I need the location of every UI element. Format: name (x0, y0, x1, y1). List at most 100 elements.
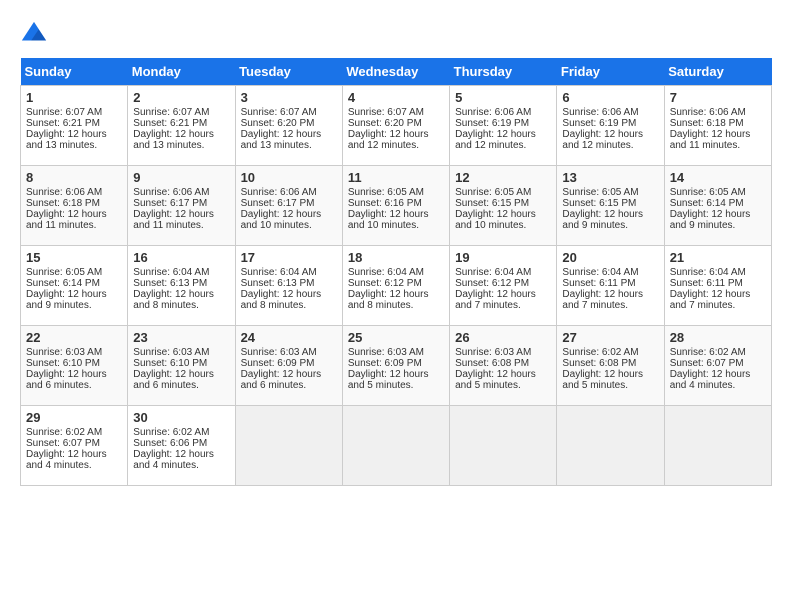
calendar-cell: 11 Sunrise: 6:05 AMSunset: 6:16 PMDayligh… (342, 166, 449, 246)
cell-line: Sunset: 6:14 PM (26, 278, 122, 289)
cell-line: Sunrise: 6:03 AM (455, 347, 551, 358)
cell-line: Sunrise: 6:03 AM (348, 347, 444, 358)
col-header-sunday: Sunday (21, 58, 128, 86)
calendar-cell (450, 406, 557, 486)
cell-line: Sunset: 6:12 PM (348, 278, 444, 289)
cell-line: Sunrise: 6:04 AM (241, 267, 337, 278)
day-number: 7 (670, 90, 766, 105)
cell-line: Sunrise: 6:02 AM (26, 427, 122, 438)
cell-line: Sunrise: 6:03 AM (133, 347, 229, 358)
day-number: 13 (562, 170, 658, 185)
cell-line: Sunrise: 6:05 AM (455, 187, 551, 198)
calendar-cell: 8Sunrise: 6:06 AMSunset: 6:18 PMDaylight… (21, 166, 128, 246)
cell-line: Sunrise: 6:05 AM (348, 187, 444, 198)
day-number: 27 (562, 330, 658, 345)
cell-line: Daylight: 12 hours (455, 209, 551, 220)
col-header-tuesday: Tuesday (235, 58, 342, 86)
calendar-cell: 14Sunrise: 6:05 AMSunset: 6:14 PMDayligh… (664, 166, 771, 246)
calendar-cell: 7Sunrise: 6:06 AMSunset: 6:18 PMDaylight… (664, 86, 771, 166)
day-number: 1 (26, 90, 122, 105)
cell-line: Daylight: 12 hours (241, 209, 337, 220)
day-number: 10 (241, 170, 337, 185)
cell-line: Daylight: 12 hours (562, 129, 658, 140)
day-number: 5 (455, 90, 551, 105)
cell-line: and 11 minutes. (26, 220, 122, 231)
cell-line: Daylight: 12 hours (133, 209, 229, 220)
calendar-cell (342, 406, 449, 486)
cell-line: Sunrise: 6:07 AM (348, 107, 444, 118)
day-number: 16 (133, 250, 229, 265)
calendar-cell: 23Sunrise: 6:03 AMSunset: 6:10 PMDayligh… (128, 326, 235, 406)
week-row-3: 15Sunrise: 6:05 AMSunset: 6:14 PMDayligh… (21, 246, 772, 326)
calendar-cell: 5Sunrise: 6:06 AMSunset: 6:19 PMDaylight… (450, 86, 557, 166)
calendar-cell (235, 406, 342, 486)
cell-line: Daylight: 12 hours (670, 369, 766, 380)
cell-line: and 11 minutes. (133, 220, 229, 231)
cell-line: and 8 minutes. (133, 300, 229, 311)
cell-line: Sunrise: 6:03 AM (26, 347, 122, 358)
calendar-cell: 20Sunrise: 6:04 AMSunset: 6:11 PMDayligh… (557, 246, 664, 326)
day-number: 24 (241, 330, 337, 345)
cell-line: Daylight: 12 hours (348, 129, 444, 140)
calendar-table: SundayMondayTuesdayWednesdayThursdayFrid… (20, 58, 772, 486)
week-row-4: 22Sunrise: 6:03 AMSunset: 6:10 PMDayligh… (21, 326, 772, 406)
cell-line: Sunset: 6:09 PM (348, 358, 444, 369)
cell-line: and 4 minutes. (26, 460, 122, 471)
day-number: 12 (455, 170, 551, 185)
cell-line: Sunset: 6:17 PM (133, 198, 229, 209)
cell-line: Sunrise: 6:06 AM (133, 187, 229, 198)
day-number: 15 (26, 250, 122, 265)
cell-line: Daylight: 12 hours (562, 369, 658, 380)
cell-line: Sunset: 6:13 PM (241, 278, 337, 289)
day-number: 8 (26, 170, 122, 185)
day-number: 2 (133, 90, 229, 105)
day-number: 25 (348, 330, 444, 345)
col-header-saturday: Saturday (664, 58, 771, 86)
cell-line: and 12 minutes. (348, 140, 444, 151)
cell-line: Sunset: 6:17 PM (241, 198, 337, 209)
cell-line: and 10 minutes. (241, 220, 337, 231)
cell-line: Sunrise: 6:07 AM (133, 107, 229, 118)
col-header-thursday: Thursday (450, 58, 557, 86)
calendar-cell: 13Sunrise: 6:05 AMSunset: 6:15 PMDayligh… (557, 166, 664, 246)
cell-line: and 13 minutes. (241, 140, 337, 151)
cell-line: and 13 minutes. (26, 140, 122, 151)
logo (20, 20, 52, 48)
calendar-cell: 28Sunrise: 6:02 AMSunset: 6:07 PMDayligh… (664, 326, 771, 406)
cell-line: Daylight: 12 hours (348, 289, 444, 300)
day-number: 23 (133, 330, 229, 345)
day-number: 17 (241, 250, 337, 265)
cell-line: Sunrise: 6:05 AM (562, 187, 658, 198)
calendar-cell: 27Sunrise: 6:02 AMSunset: 6:08 PMDayligh… (557, 326, 664, 406)
cell-line: Sunset: 6:10 PM (133, 358, 229, 369)
calendar-cell: 4Sunrise: 6:07 AMSunset: 6:20 PMDaylight… (342, 86, 449, 166)
cell-line: Sunset: 6:16 PM (348, 198, 444, 209)
cell-line: Sunset: 6:10 PM (26, 358, 122, 369)
cell-line: Sunset: 6:07 PM (670, 358, 766, 369)
page-header (20, 20, 772, 48)
cell-line: Sunset: 6:21 PM (133, 118, 229, 129)
cell-line: Daylight: 12 hours (348, 209, 444, 220)
calendar-cell: 9Sunrise: 6:06 AMSunset: 6:17 PMDaylight… (128, 166, 235, 246)
day-number: 11 (348, 170, 444, 185)
day-number: 18 (348, 250, 444, 265)
calendar-cell: 22Sunrise: 6:03 AMSunset: 6:10 PMDayligh… (21, 326, 128, 406)
cell-line: Sunrise: 6:05 AM (26, 267, 122, 278)
cell-line: Daylight: 12 hours (26, 289, 122, 300)
cell-line: and 9 minutes. (562, 220, 658, 231)
cell-line: Sunrise: 6:02 AM (133, 427, 229, 438)
calendar-cell: 1Sunrise: 6:07 AMSunset: 6:21 PMDaylight… (21, 86, 128, 166)
cell-line: and 7 minutes. (562, 300, 658, 311)
cell-line: and 8 minutes. (241, 300, 337, 311)
col-header-wednesday: Wednesday (342, 58, 449, 86)
cell-line: Daylight: 12 hours (670, 289, 766, 300)
cell-line: Sunset: 6:08 PM (455, 358, 551, 369)
day-number: 21 (670, 250, 766, 265)
cell-line: Sunrise: 6:04 AM (348, 267, 444, 278)
calendar-cell: 3Sunrise: 6:07 AMSunset: 6:20 PMDaylight… (235, 86, 342, 166)
calendar-cell: 2Sunrise: 6:07 AMSunset: 6:21 PMDaylight… (128, 86, 235, 166)
cell-line: Sunrise: 6:06 AM (26, 187, 122, 198)
cell-line: Sunset: 6:21 PM (26, 118, 122, 129)
cell-line: Sunset: 6:20 PM (241, 118, 337, 129)
calendar-cell: 18 Sunrise: 6:04 AMSunset: 6:12 PMDayligh… (342, 246, 449, 326)
